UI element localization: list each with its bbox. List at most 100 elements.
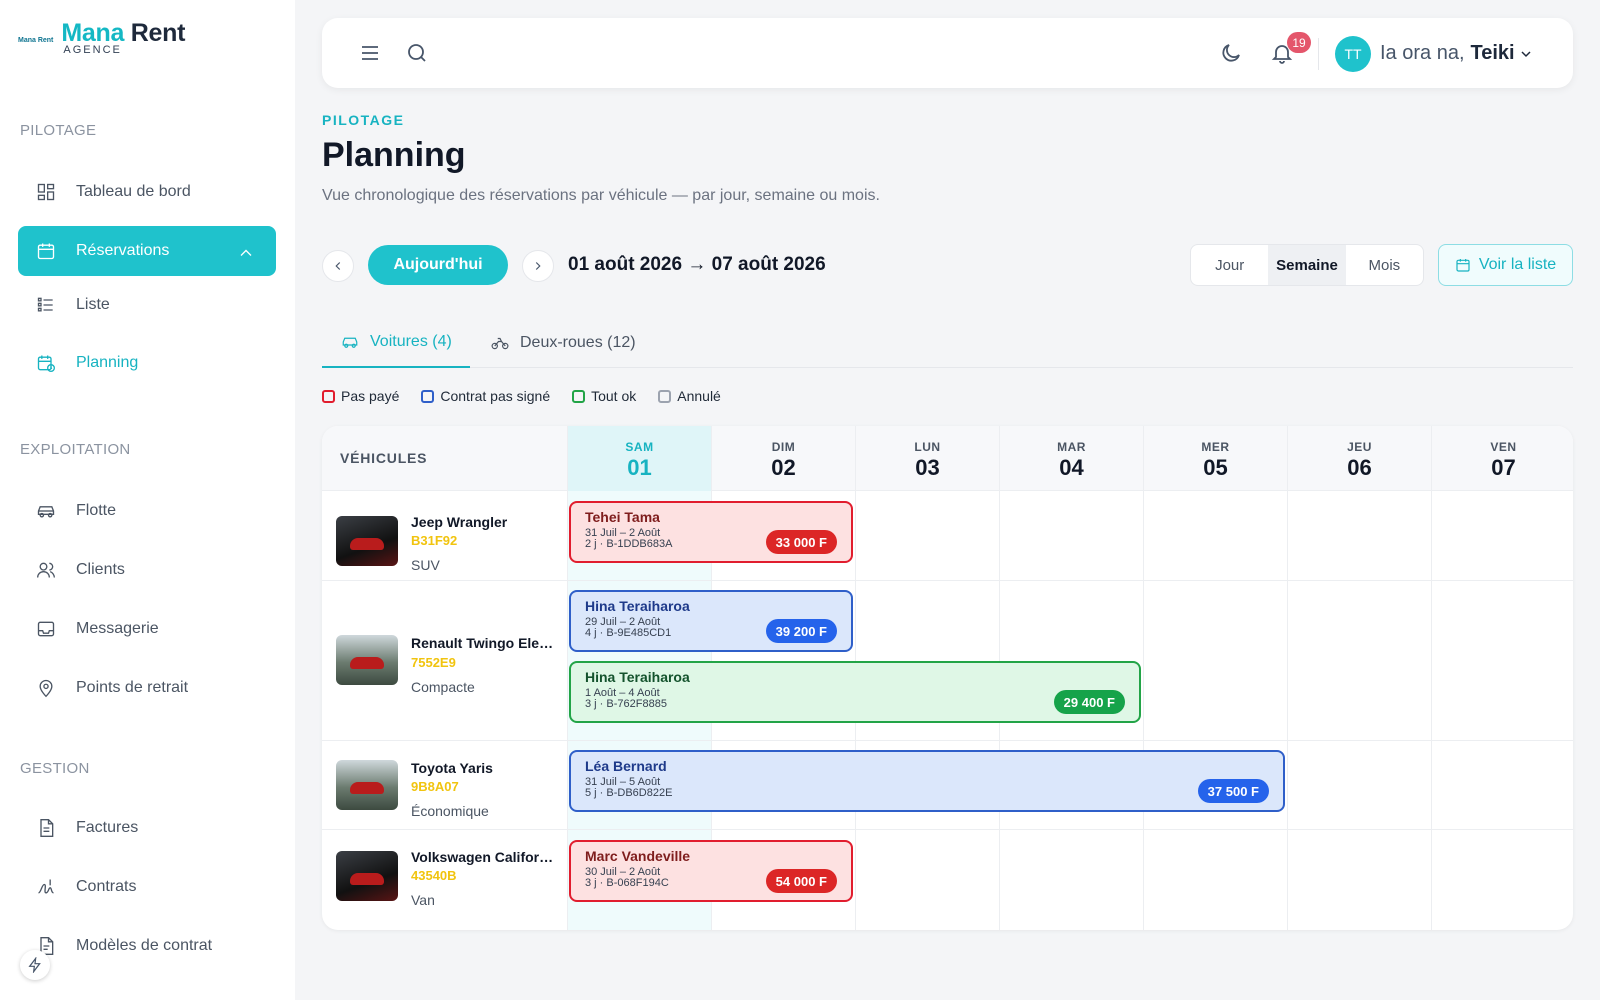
legend-label: Tout ok — [591, 388, 637, 404]
prev-week-button[interactable] — [322, 250, 354, 282]
topbar-divider — [1318, 38, 1319, 70]
sidebar-item-label: Factures — [76, 819, 139, 836]
day-header[interactable]: VEN 07 — [1431, 426, 1573, 491]
legend-item-annule[interactable]: Annulé — [658, 388, 721, 404]
page-description: Vue chronologique des réservations par v… — [322, 187, 880, 204]
booking-card[interactable]: Tehei Tama 31 Juil – 2 Août 2 j · B-1DDB… — [569, 501, 853, 563]
booking-client: Léa Bernard — [585, 758, 667, 774]
sidebar-item-label: Liste — [76, 296, 110, 313]
booking-dates: 31 Juil – 5 Août — [585, 776, 661, 788]
sidebar-item-modeles-contrat[interactable]: Modèles de contrat — [18, 921, 276, 971]
sidebar-item-messagerie[interactable]: Messagerie — [18, 604, 276, 654]
vehicle-name: Jeep Wrangler — [411, 514, 508, 530]
user-greeting[interactable]: Ia ora na, Teiki — [1380, 42, 1515, 65]
vehicle-plate: 43540B — [411, 868, 457, 883]
vehicle-type: SUV — [411, 557, 440, 573]
sidebar-item-liste[interactable]: Liste — [18, 280, 276, 330]
map-pin-icon — [39, 679, 53, 698]
calendar-clock-icon — [37, 355, 55, 372]
view-day-button[interactable]: Jour — [1191, 245, 1268, 285]
chevron-up-icon — [240, 249, 252, 256]
vehicle-photo — [336, 851, 398, 901]
legend-label: Annulé — [677, 388, 721, 404]
legend-item-contrat-pas-signe[interactable]: Contrat pas signé — [421, 388, 550, 404]
section-exploitation: EXPLOITATION — [20, 441, 131, 458]
sidebar-item-label: Clients — [76, 561, 125, 578]
invoice-icon — [40, 819, 54, 837]
legend-label: Contrat pas signé — [440, 388, 551, 404]
booking-client: Hina Teraiharoa — [585, 669, 690, 685]
booking-card[interactable]: Hina Teraiharoa 29 Juil – 2 Août 4 j · B… — [569, 590, 853, 652]
sidebar: Mana Rent Mana Rent AGENCE PILOTAGE Tabl… — [0, 0, 295, 1000]
tab-deux-roues[interactable]: Deux-roues (12) — [490, 318, 636, 368]
motorcycle-icon — [491, 337, 509, 350]
view-list-button[interactable]: Voir la liste — [1438, 244, 1573, 286]
day-header[interactable]: JEU 06 — [1287, 426, 1431, 491]
booking-price-badge: 54 000 F — [765, 869, 837, 893]
chevron-down-icon[interactable] — [1518, 46, 1534, 62]
booking-reference: 5 j · B-DB6D822E — [585, 787, 673, 799]
sidebar-item-clients[interactable]: Clients — [18, 545, 276, 595]
date-range-label: 01 août 2026 → 07 août 2026 — [568, 254, 826, 275]
status-legend: Pas payé Contrat pas signé Tout ok Annul… — [322, 388, 721, 404]
booking-price-badge: 37 500 F — [1197, 779, 1269, 803]
brand-logo[interactable]: Mana Rent Mana Rent AGENCE — [18, 21, 185, 57]
car-icon — [342, 337, 358, 348]
grid-header: VÉHICULES SAM 01 DIM 02 LUN 03 MAR 04 MER 05 … — [322, 426, 1573, 491]
legend-label: Pas payé — [341, 388, 400, 404]
view-month-button[interactable]: Mois — [1346, 245, 1423, 285]
user-name: Teiki — [1470, 42, 1515, 64]
vehicle-photo — [336, 516, 398, 566]
next-week-button[interactable] — [522, 250, 554, 282]
day-header[interactable]: SAM 01 — [567, 426, 711, 491]
booking-card[interactable]: Léa Bernard 31 Juil – 5 Août 5 j · B-DB6… — [569, 750, 1285, 812]
day-header[interactable]: LUN 03 — [855, 426, 999, 491]
legend-swatch — [322, 389, 335, 403]
sidebar-item-factures[interactable]: Factures — [18, 803, 276, 853]
day-header[interactable]: MAR 04 — [999, 426, 1143, 491]
legend-item-tout-ok[interactable]: Tout ok — [572, 388, 636, 404]
search-button[interactable] — [405, 41, 429, 65]
sidebar-item-planning[interactable]: Planning — [18, 338, 276, 388]
moon-icon — [1222, 44, 1240, 62]
sidebar-item-reservations[interactable]: Réservations — [18, 226, 276, 276]
legend-item-pas-paye[interactable]: Pas payé — [322, 388, 399, 404]
dark-mode-toggle[interactable] — [1219, 41, 1243, 65]
grid-line — [567, 491, 568, 930]
grid-line — [322, 740, 1573, 741]
day-header[interactable]: DIM 02 — [711, 426, 855, 491]
vehicle-type: Économique — [411, 803, 489, 819]
quick-action-button[interactable] — [20, 950, 50, 980]
sidebar-item-flotte[interactable]: Flotte — [18, 486, 276, 536]
tab-voitures[interactable]: Voitures (4) — [322, 318, 470, 368]
view-week-button[interactable]: Semaine — [1268, 245, 1346, 285]
sidebar-item-dashboard[interactable]: Tableau de bord — [18, 167, 276, 217]
booking-card[interactable]: Marc Vandeville 30 Juil – 2 Août 3 j · B… — [569, 840, 853, 902]
tab-label: Voitures (4) — [370, 333, 452, 350]
booking-client: Marc Vandeville — [585, 848, 691, 864]
vehicle-plate: 9B8A07 — [411, 779, 459, 794]
menu-button[interactable] — [358, 41, 382, 65]
sidebar-item-label: Contrats — [76, 878, 137, 895]
vehicle-type: Van — [411, 892, 435, 908]
sidebar-item-label: Points de retrait — [76, 679, 189, 696]
users-icon — [37, 562, 55, 578]
avatar[interactable]: TT — [1335, 36, 1371, 72]
vehicle-type: Compacte — [411, 679, 475, 695]
grid-line — [1287, 491, 1288, 930]
booking-client: Hina Teraiharoa — [585, 598, 690, 614]
booking-card[interactable]: Hina Teraiharoa 1 Août – 4 Août 3 j · B-… — [569, 661, 1141, 723]
view-switch: Jour Semaine Mois — [1190, 244, 1424, 286]
hamburger-icon — [362, 46, 378, 60]
car-icon — [37, 506, 55, 518]
list-icon — [37, 297, 53, 312]
booking-client: Tehei Tama — [585, 509, 660, 525]
chevron-right-icon — [535, 262, 541, 270]
sidebar-item-contrats[interactable]: Contrats — [18, 862, 276, 912]
day-header[interactable]: MER 05 — [1143, 426, 1287, 491]
sidebar-item-points-retrait[interactable]: Points de retrait — [18, 663, 276, 713]
sidebar-item-label: Tableau de bord — [76, 183, 191, 200]
today-button[interactable]: Aujourd'hui — [368, 245, 508, 285]
calendar-icon — [37, 243, 55, 260]
section-gestion: GESTION — [20, 760, 90, 777]
